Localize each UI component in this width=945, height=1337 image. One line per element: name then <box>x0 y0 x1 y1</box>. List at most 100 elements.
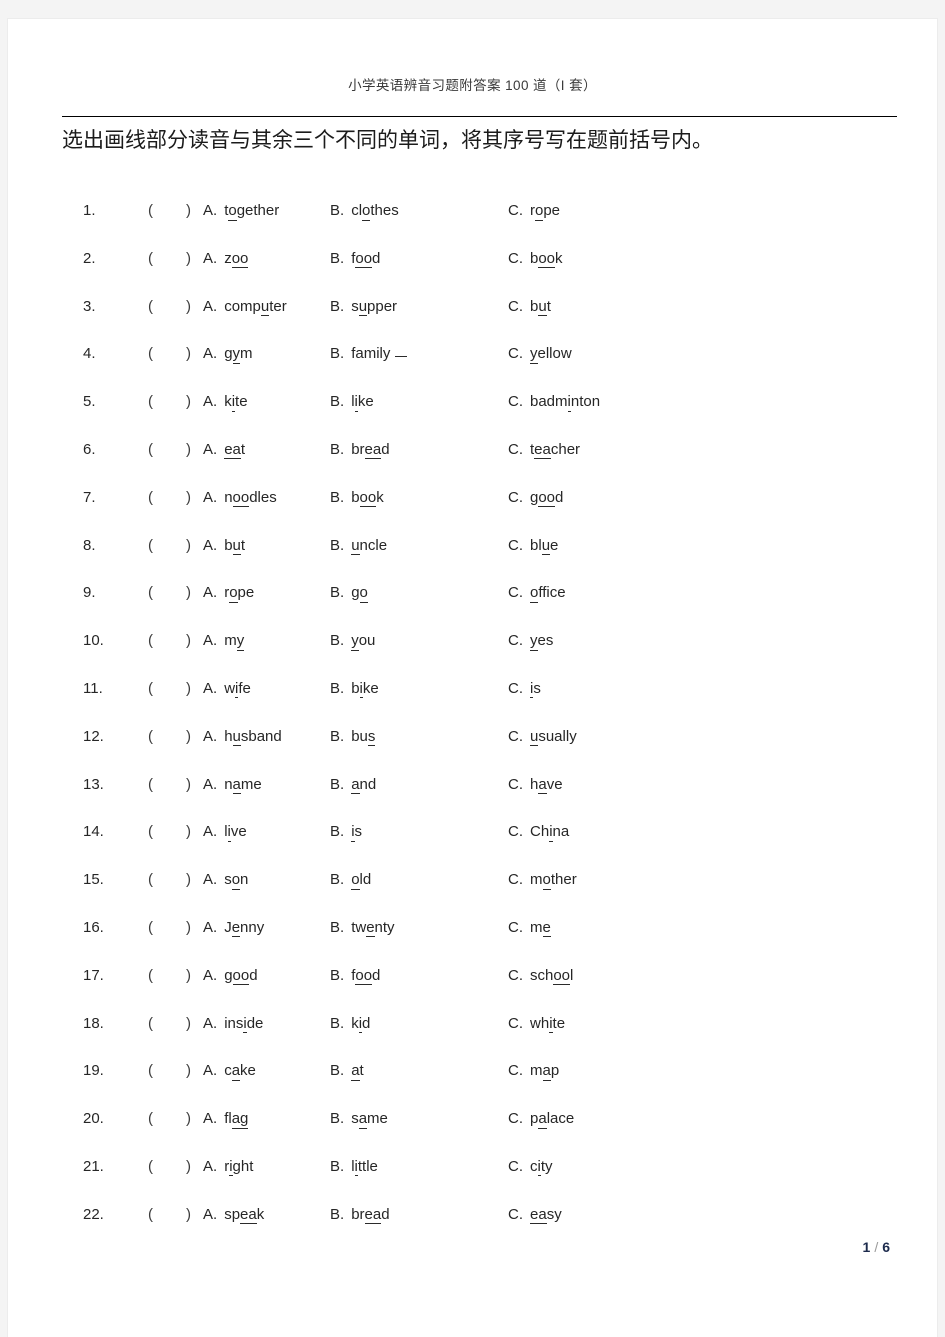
answer-bracket[interactable]: () <box>148 1015 191 1032</box>
option-b[interactable]: B. twenty <box>330 918 395 938</box>
option-a[interactable]: A. live <box>203 823 247 842</box>
option-b[interactable]: B. bike <box>330 679 379 699</box>
answer-bracket[interactable]: () <box>148 1206 191 1223</box>
answer-bracket[interactable]: () <box>148 871 191 888</box>
option-word: yellow <box>530 345 572 364</box>
option-a[interactable]: A. husband <box>203 727 282 747</box>
option-a[interactable]: A. name <box>203 775 262 795</box>
underlined-letters: a <box>358 1110 368 1129</box>
underlined-letters: oo <box>355 249 373 269</box>
option-a[interactable]: A. computer <box>203 297 287 317</box>
option-c[interactable]: C. city <box>508 1157 553 1177</box>
option-b[interactable]: B. family <box>330 345 408 362</box>
option-c[interactable]: C. mother <box>508 871 577 890</box>
answer-bracket[interactable]: () <box>148 537 191 554</box>
option-a[interactable]: A. gym <box>203 345 253 364</box>
option-c[interactable]: C. blue <box>508 536 558 556</box>
option-a[interactable]: A. but <box>203 536 245 556</box>
word-suffix: ffice <box>538 584 566 602</box>
answer-bracket[interactable]: () <box>148 489 191 506</box>
option-b[interactable]: B. at <box>330 1062 364 1081</box>
option-b[interactable]: B. like <box>330 393 374 412</box>
option-b[interactable]: B. supper <box>330 297 397 317</box>
option-c[interactable]: C. yellow <box>508 345 572 364</box>
option-a[interactable]: A. inside <box>203 1014 263 1034</box>
option-c[interactable]: C. office <box>508 584 566 603</box>
option-a[interactable]: A. cake <box>203 1062 256 1081</box>
answer-bracket[interactable]: () <box>148 250 191 267</box>
option-c[interactable]: C. book <box>508 249 563 269</box>
option-a[interactable]: A. together <box>203 202 279 221</box>
option-word: white <box>530 1014 565 1034</box>
option-b[interactable]: B. uncle <box>330 536 387 556</box>
option-b[interactable]: B. and <box>330 775 376 795</box>
option-c[interactable]: C. school <box>508 966 573 986</box>
option-a[interactable]: A. right <box>203 1157 253 1177</box>
option-c[interactable]: C. easy <box>508 1205 562 1225</box>
option-a[interactable]: A. speak <box>203 1205 264 1225</box>
option-c[interactable]: C. but <box>508 297 551 317</box>
option-b[interactable]: B. kid <box>330 1014 370 1034</box>
option-a[interactable]: A. eat <box>203 440 245 460</box>
option-b[interactable]: B. you <box>330 632 375 651</box>
option-b[interactable]: B. bus <box>330 727 376 747</box>
option-c[interactable]: C. have <box>508 775 563 795</box>
answer-bracket[interactable]: () <box>148 1062 191 1079</box>
option-a[interactable]: A. my <box>203 632 245 651</box>
option-c[interactable]: C. palace <box>508 1110 574 1129</box>
answer-bracket[interactable]: () <box>148 919 191 936</box>
option-c[interactable]: C. usually <box>508 727 577 747</box>
option-a[interactable]: A. zoo <box>203 249 249 269</box>
option-c[interactable]: C. white <box>508 1014 565 1034</box>
answer-bracket[interactable]: () <box>148 776 191 793</box>
word-prefix: tw <box>351 918 367 936</box>
option-b[interactable]: B. clothes <box>330 202 399 221</box>
option-c[interactable]: C. map <box>508 1062 559 1081</box>
answer-bracket[interactable]: () <box>148 823 191 840</box>
option-b[interactable]: B. go <box>330 584 368 603</box>
answer-bracket[interactable]: () <box>148 1158 191 1175</box>
option-b[interactable]: B. bread <box>330 1205 390 1225</box>
word-suffix: t <box>359 1062 364 1080</box>
option-a[interactable]: A. kite <box>203 393 248 412</box>
option-c[interactable]: C. rope <box>508 202 560 221</box>
option-b[interactable]: B. is <box>330 823 362 842</box>
option-a[interactable]: A. flag <box>203 1110 249 1129</box>
option-c[interactable]: C. teacher <box>508 440 580 460</box>
option-c[interactable]: C. me <box>508 918 551 938</box>
answer-bracket[interactable]: () <box>148 584 191 601</box>
option-b[interactable]: B. bread <box>330 440 390 460</box>
answer-bracket[interactable]: () <box>148 393 191 410</box>
bracket-open: ( <box>148 679 153 697</box>
option-a[interactable]: A. son <box>203 871 248 890</box>
option-b[interactable]: B. food <box>330 249 380 269</box>
option-b[interactable]: B. book <box>330 488 384 508</box>
answer-bracket[interactable]: () <box>148 680 191 697</box>
option-c[interactable]: C. yes <box>508 632 553 651</box>
option-a[interactable]: A. Jenny <box>203 918 264 938</box>
answer-bracket[interactable]: () <box>148 967 191 984</box>
option-a[interactable]: A. noodles <box>203 488 277 508</box>
answer-bracket[interactable]: () <box>148 728 191 745</box>
underlined-letters: u <box>351 536 360 556</box>
option-b[interactable]: B. same <box>330 1110 388 1129</box>
underlined-letters: s <box>367 727 376 747</box>
option-c[interactable]: C. is <box>508 679 541 699</box>
question-number: 12. <box>83 727 104 745</box>
answer-bracket[interactable]: () <box>148 298 191 315</box>
answer-bracket[interactable]: () <box>148 345 191 362</box>
option-b[interactable]: B. food <box>330 966 380 986</box>
option-b[interactable]: B. little <box>330 1157 378 1177</box>
option-c[interactable]: C. China <box>508 823 569 842</box>
option-c[interactable]: C. badminton <box>508 393 600 412</box>
answer-bracket[interactable]: () <box>148 202 191 219</box>
option-letter: A. <box>203 1205 218 1223</box>
answer-bracket[interactable]: () <box>148 632 191 649</box>
option-a[interactable]: A. wife <box>203 679 251 699</box>
option-a[interactable]: A. rope <box>203 584 254 603</box>
answer-bracket[interactable]: () <box>148 1110 191 1127</box>
answer-bracket[interactable]: () <box>148 441 191 458</box>
option-b[interactable]: B. old <box>330 871 371 890</box>
option-a[interactable]: A. good <box>203 966 258 986</box>
option-c[interactable]: C. good <box>508 488 563 508</box>
